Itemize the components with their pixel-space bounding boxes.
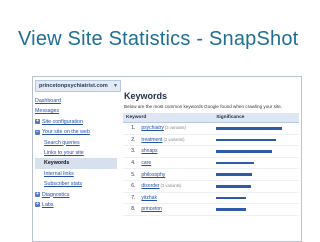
significance-bar: [216, 196, 288, 200]
significance-bar: [216, 138, 288, 142]
collapse-icon[interactable]: −: [35, 129, 40, 135]
significance-cell: [213, 134, 299, 147]
significance-bar-fill: [216, 138, 276, 142]
significance-bar-fill: [216, 173, 253, 176]
significance-bar-fill: [216, 184, 251, 188]
table-row: 8. princeton: [123, 203, 299, 216]
significance-cell: [213, 203, 299, 216]
sidebar-item-label: Links to your site: [44, 149, 84, 156]
table-row: 3. shnaps: [123, 145, 299, 158]
sidebar-item-label: Diagnostics: [42, 191, 70, 198]
site-selector[interactable]: princetonpsychiatrist.com ▼: [35, 80, 121, 92]
keyword-cell: psychiatry(3 variants): [138, 122, 214, 135]
sidebar-item-messages[interactable]: Messages: [35, 106, 117, 116]
keyword-cell: care: [138, 157, 214, 170]
keyword-cell: disorder(3 variants): [138, 180, 214, 193]
keyword-link[interactable]: psychiatry: [141, 125, 164, 131]
sidebar-item-label: Dashboard: [35, 98, 61, 104]
sidebar-item-search-queries[interactable]: Search queries: [35, 138, 117, 148]
keyword-rank: 2.: [123, 134, 139, 147]
column-header-significance[interactable]: Significance: [213, 113, 299, 123]
chevron-down-icon: ▼: [113, 83, 118, 89]
sidebar-item-keywords[interactable]: Keywords: [35, 158, 117, 169]
keyword-rank: 5.: [123, 168, 139, 181]
keyword-rank: 4.: [123, 157, 139, 170]
page-description: Below are the most common keywords Googl…: [124, 104, 283, 109]
keyword-link[interactable]: shnaps: [141, 148, 157, 154]
table-row: 7. yitzhak: [123, 192, 299, 205]
keyword-rank: 3.: [123, 145, 139, 158]
keyword-cell: treatment(2 variants): [138, 134, 214, 147]
sidebar-item-links-to-your-site[interactable]: Links to your site: [35, 148, 117, 158]
keyword-link[interactable]: princeton: [141, 206, 162, 212]
keywords-panel: Keywords Below are the most common keywo…: [123, 91, 299, 216]
significance-bar: [216, 173, 288, 176]
significance-bar-fill: [216, 196, 247, 200]
sidebar-item-label: Site configuration: [42, 118, 83, 125]
sidebar-item-your-site-on-the-web[interactable]: − Your site on the web: [35, 127, 117, 137]
keyword-link[interactable]: yitzhak: [141, 195, 157, 201]
keyword-cell: yitzhak: [138, 192, 214, 205]
significance-bar: [216, 127, 288, 130]
keyword-cell: princeton: [138, 203, 214, 216]
sidebar-item-labs[interactable]: + Labs: [35, 200, 117, 210]
sidebar-item-label: Internal links: [44, 170, 74, 177]
sidebar-item-label: Keywords: [44, 160, 70, 167]
sidebar-nav: Dashboard Messages + Site configuration − You…: [35, 96, 117, 210]
significance-bar: [216, 161, 288, 165]
keyword-variants: (3 variants): [164, 125, 186, 131]
significance-cell: [213, 157, 299, 170]
sidebar-item-dashboard[interactable]: Dashboard: [35, 96, 117, 106]
keyword-link[interactable]: philosophy: [141, 172, 165, 178]
significance-cell: [213, 145, 299, 158]
keyword-rank: 7.: [123, 192, 139, 205]
keyword-cell: shnaps: [138, 145, 214, 158]
site-selector-value: princetonpsychiatrist.com: [39, 83, 108, 89]
keyword-cell: philosophy: [138, 168, 214, 181]
column-header-keyword[interactable]: Keyword: [123, 113, 214, 123]
keyword-link[interactable]: care: [141, 160, 151, 166]
sidebar-item-label: Search queries: [44, 139, 80, 146]
expand-icon[interactable]: +: [35, 119, 40, 125]
keywords-table: Keyword Significance 1. psychiatry(3 vari…: [123, 113, 299, 216]
keyword-rank: 1.: [123, 122, 139, 135]
sidebar-item-label: Labs: [42, 201, 54, 208]
sidebar-item-diagnostics[interactable]: + Diagnostics: [35, 190, 117, 200]
table-row: 5. philosophy: [123, 168, 299, 181]
slide-title: View Site Statistics - SnapShot: [18, 28, 299, 50]
keyword-link[interactable]: disorder: [141, 183, 159, 189]
table-row: 4. care: [123, 157, 299, 170]
sidebar-item-subscriber-stats[interactable]: Subscriber stats: [35, 179, 117, 189]
sidebar-item-site-configuration[interactable]: + Site configuration: [35, 117, 117, 127]
significance-bar: [216, 184, 288, 188]
keyword-rank: 6.: [123, 180, 139, 193]
significance-bar-fill: [216, 127, 283, 130]
significance-bar: [216, 150, 288, 153]
significance-cell: [213, 192, 299, 205]
sidebar-item-label: Messages: [35, 108, 60, 115]
table-header-row: Keyword Significance: [123, 113, 299, 123]
table-row: 2. treatment(2 variants): [123, 134, 299, 147]
significance-cell: [213, 168, 299, 181]
table-row: 1. psychiatry(3 variants): [123, 122, 299, 135]
keyword-variants: (3 variants): [160, 183, 182, 189]
expand-icon[interactable]: +: [35, 202, 40, 208]
significance-bar: [216, 208, 288, 211]
page-title: Keywords: [124, 91, 168, 101]
keyword-variants: (2 variants): [163, 136, 185, 142]
sidebar-item-label: Your site on the web: [42, 129, 90, 136]
significance-bar-fill: [216, 161, 254, 165]
keyword-rank: 8.: [123, 203, 139, 216]
keyword-link[interactable]: treatment: [141, 137, 162, 143]
table-row: 6. disorder(3 variants): [123, 180, 299, 193]
significance-bar-fill: [216, 208, 247, 211]
sidebar-item-label: Subscriber stats: [44, 181, 82, 188]
webmaster-tools-screenshot: princetonpsychiatrist.com ▼ Dashboard Mes…: [32, 76, 302, 242]
significance-bar-fill: [216, 150, 273, 153]
sidebar-item-internal-links[interactable]: Internal links: [35, 169, 117, 179]
significance-cell: [213, 122, 299, 135]
expand-icon[interactable]: +: [35, 191, 40, 197]
significance-cell: [213, 180, 299, 193]
